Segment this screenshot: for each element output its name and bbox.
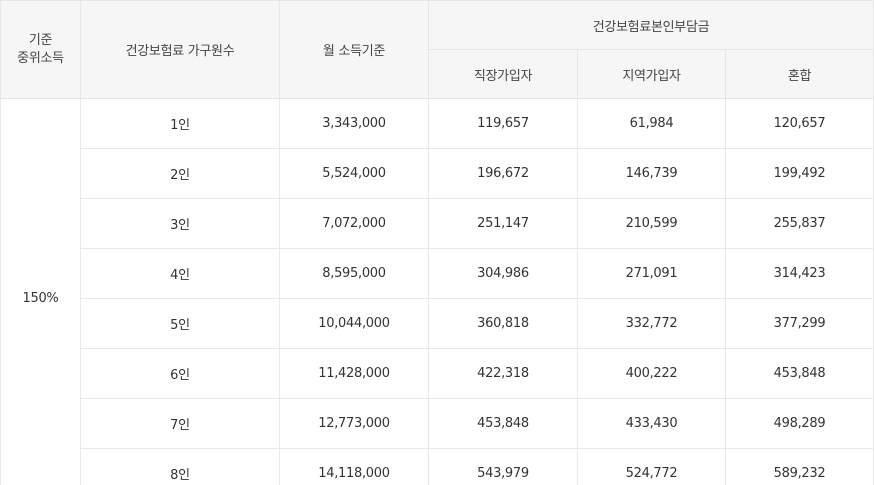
cell-regional: 400,222 — [577, 348, 726, 399]
cell-regional: 146,739 — [577, 148, 726, 199]
header-basis-line1: 기준 — [28, 32, 53, 48]
cell-mixed: 453,848 — [725, 348, 874, 399]
cell-income: 3,343,000 — [279, 98, 429, 149]
cell-household: 4인 — [80, 248, 280, 299]
cell-income: 11,428,000 — [279, 348, 429, 399]
cell-household: 5인 — [80, 298, 280, 349]
cell-regional: 332,772 — [577, 298, 726, 349]
cell-workplace: 360,818 — [428, 298, 578, 349]
table-row: 5인 10,044,000 360,818 332,772 377,299 — [1, 298, 874, 349]
header-regional: 지역가입자 — [577, 49, 726, 99]
table-row: 7인 12,773,000 453,848 433,430 498,289 — [1, 398, 874, 449]
header-basis-line2: 중위소득 — [17, 50, 64, 66]
cell-regional: 524,772 — [577, 448, 726, 485]
contribution-table: 기준 중위소득 건강보험료 가구원수 월 소득기준 건강보험료본인부담금 직장가… — [0, 0, 874, 485]
basis-value: 150% — [0, 98, 81, 485]
cell-regional: 433,430 — [577, 398, 726, 449]
table-row: 8인 14,118,000 543,979 524,772 589,232 — [1, 448, 874, 485]
cell-mixed: 199,492 — [725, 148, 874, 199]
cell-workplace: 543,979 — [428, 448, 578, 485]
table-row: 3인 7,072,000 251,147 210,599 255,837 — [1, 198, 874, 249]
cell-workplace: 119,657 — [428, 98, 578, 149]
header-household: 건강보험료 가구원수 — [80, 0, 280, 99]
cell-mixed: 120,657 — [725, 98, 874, 149]
cell-workplace: 422,318 — [428, 348, 578, 399]
cell-mixed: 255,837 — [725, 198, 874, 249]
cell-income: 5,524,000 — [279, 148, 429, 199]
cell-household: 7인 — [80, 398, 280, 449]
header-monthly-income: 월 소득기준 — [279, 0, 429, 99]
cell-household: 1인 — [80, 98, 280, 149]
cell-household: 2인 — [80, 148, 280, 199]
table-row: 6인 11,428,000 422,318 400,222 453,848 — [1, 348, 874, 399]
header-basis: 기준 중위소득 — [0, 0, 81, 99]
cell-income: 7,072,000 — [279, 198, 429, 249]
cell-household: 8인 — [80, 448, 280, 485]
table-row: 4인 8,595,000 304,986 271,091 314,423 — [1, 248, 874, 299]
cell-workplace: 304,986 — [428, 248, 578, 299]
table-container: 기준 중위소득 건강보험료 가구원수 월 소득기준 건강보험료본인부담금 직장가… — [0, 0, 874, 485]
table-row: 2인 5,524,000 196,672 146,739 199,492 — [1, 148, 874, 199]
cell-mixed: 589,232 — [725, 448, 874, 485]
cell-income: 10,044,000 — [279, 298, 429, 349]
header-workplace: 직장가입자 — [428, 49, 578, 99]
cell-mixed: 314,423 — [725, 248, 874, 299]
cell-household: 3인 — [80, 198, 280, 249]
cell-workplace: 251,147 — [428, 198, 578, 249]
cell-income: 8,595,000 — [279, 248, 429, 299]
cell-mixed: 377,299 — [725, 298, 874, 349]
cell-mixed: 498,289 — [725, 398, 874, 449]
cell-income: 14,118,000 — [279, 448, 429, 485]
cell-workplace: 196,672 — [428, 148, 578, 199]
table-row: 150% 1인 3,343,000 119,657 61,984 120,657 — [0, 98, 874, 485]
cell-household: 6인 — [80, 348, 280, 399]
cell-regional: 61,984 — [577, 98, 726, 149]
header-contribution-group: 건강보험료본인부담금 — [428, 0, 874, 50]
cell-regional: 210,599 — [577, 198, 726, 249]
cell-income: 12,773,000 — [279, 398, 429, 449]
cell-regional: 271,091 — [577, 248, 726, 299]
header-mixed: 혼합 — [725, 49, 874, 99]
cell-workplace: 453,848 — [428, 398, 578, 449]
